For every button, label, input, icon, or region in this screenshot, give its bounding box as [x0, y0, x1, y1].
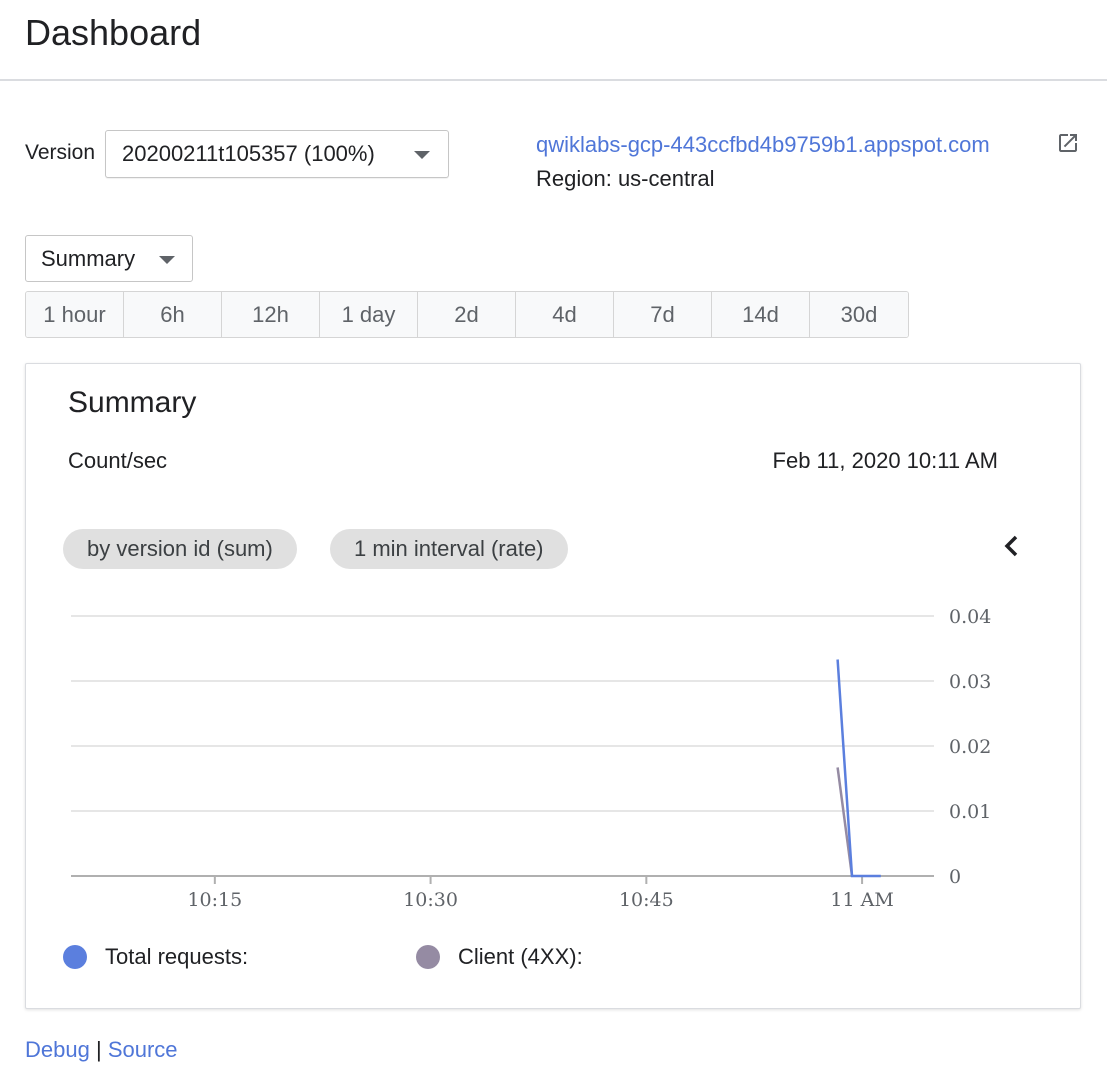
region-text: Region: us-central [536, 166, 715, 191]
legend-label-total: Total requests: [105, 944, 249, 969]
summary-chart-card: Summary Count/sec Feb 11, 2020 10:11 AM … [25, 363, 1081, 1009]
range-button-7d[interactable]: 7d [614, 292, 712, 337]
x-tick-label: 11 AM [830, 889, 893, 911]
legend-dot-client [416, 945, 440, 969]
app-url-link[interactable]: qwiklabs-gcp-443ccfbd4b9759b1.appspot.co… [536, 132, 990, 158]
range-button-30d[interactable]: 30d [810, 292, 908, 337]
view-dropdown-value: Summary [41, 245, 136, 271]
group-by-chip[interactable]: by version id (sum) [63, 529, 297, 569]
line-chart: 0.04 0.03 0.02 0.01 0 10:15 10:30 10:45 11 AM [71, 606, 991, 911]
legend-label-client: Client (4XX): [458, 944, 583, 969]
x-tick-label: 10:45 [619, 889, 674, 911]
card-title: Summary [68, 386, 197, 419]
version-label: Version [25, 141, 96, 164]
chevron-down-icon [414, 151, 430, 159]
x-tick-label: 10:30 [403, 889, 458, 911]
legend-total-requests: Total requests: [63, 944, 248, 970]
debug-link[interactable]: Debug [25, 1037, 90, 1062]
source-link[interactable]: Source [108, 1037, 178, 1062]
range-button-12h[interactable]: 12h [222, 292, 320, 337]
page-title: Dashboard [25, 12, 202, 53]
footer-links: Debug | Source [25, 1037, 178, 1063]
page-header: Dashboard [0, 0, 1107, 81]
range-button-2d[interactable]: 2d [418, 292, 516, 337]
time-range-selector: 1 hour 6h 12h 1 day 2d 4d 7d 14d 30d [25, 291, 909, 338]
link-separator: | [95, 1037, 102, 1062]
open-in-new-icon[interactable] [1056, 131, 1080, 155]
chevron-left-icon[interactable] [998, 529, 1026, 563]
range-button-1-day[interactable]: 1 day [320, 292, 418, 337]
y-tick-label: 0.01 [949, 801, 991, 823]
chevron-down-icon [159, 256, 175, 264]
legend-client-4xx: Client (4XX): [416, 944, 583, 970]
chart-unit: Count/sec [68, 448, 168, 473]
version-dropdown-value: 20200211t105357 (100%) [122, 141, 375, 166]
y-tick-label: 0.02 [949, 736, 991, 758]
y-tick-label: 0.03 [949, 671, 991, 693]
range-button-14d[interactable]: 14d [712, 292, 810, 337]
version-dropdown[interactable]: 20200211t105357 (100%) [105, 130, 449, 178]
range-button-1-hour[interactable]: 1 hour [26, 292, 124, 337]
range-button-4d[interactable]: 4d [516, 292, 614, 337]
x-tick-label: 10:15 [187, 889, 242, 911]
range-button-6h[interactable]: 6h [124, 292, 222, 337]
legend-dot-total [63, 945, 87, 969]
series-line-total-requests [836, 659, 881, 878]
y-tick-label: 0 [949, 866, 961, 888]
view-dropdown[interactable]: Summary [25, 235, 193, 282]
interval-chip[interactable]: 1 min interval (rate) [330, 529, 568, 569]
y-tick-label: 0.04 [949, 606, 991, 628]
chart-timestamp: Feb 11, 2020 10:11 AM [772, 448, 998, 473]
